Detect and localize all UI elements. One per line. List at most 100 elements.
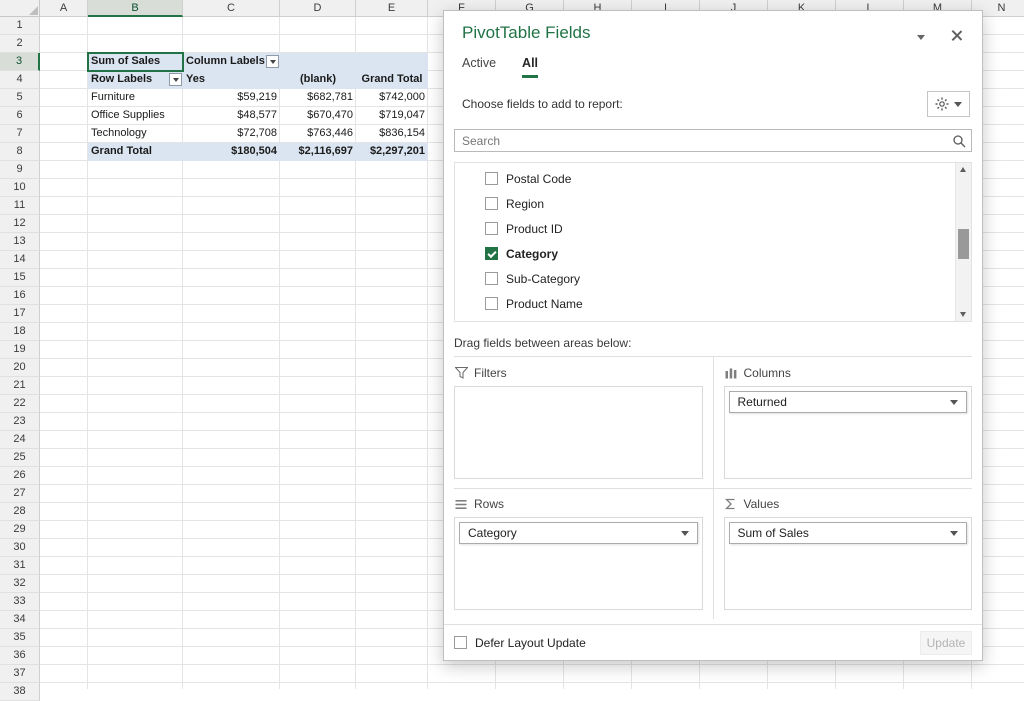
pivot-cell[interactable]: Grand Total <box>356 71 428 89</box>
row-header-34[interactable]: 34 <box>0 611 40 629</box>
pivot-cell[interactable]: $72,708 <box>183 125 280 143</box>
pivot-cell[interactable]: Office Supplies <box>88 107 183 125</box>
row-header-30[interactable]: 30 <box>0 539 40 557</box>
row-header-13[interactable]: 13 <box>0 233 40 251</box>
row-header-16[interactable]: 16 <box>0 287 40 305</box>
pivot-cell[interactable]: $48,577 <box>183 107 280 125</box>
row-header-15[interactable]: 15 <box>0 269 40 287</box>
column-header-B[interactable]: B <box>88 0 183 17</box>
row-header-2[interactable]: 2 <box>0 35 40 53</box>
pivot-cell[interactable]: $742,000 <box>356 89 428 107</box>
select-all-corner[interactable] <box>0 0 40 17</box>
row-header-8[interactable]: 8 <box>0 143 40 161</box>
pivot-cell[interactable] <box>356 53 428 71</box>
row-header-11[interactable]: 11 <box>0 197 40 215</box>
pivot-cell[interactable]: $763,446 <box>280 125 356 143</box>
defer-checkbox[interactable] <box>454 636 467 649</box>
field-checkbox[interactable] <box>485 272 498 285</box>
tab-all[interactable]: All <box>522 56 538 78</box>
row-header-29[interactable]: 29 <box>0 521 40 539</box>
row-header-5[interactable]: 5 <box>0 89 40 107</box>
pivot-cell[interactable]: (blank) <box>280 71 356 89</box>
field-checkbox[interactable] <box>485 297 498 310</box>
row-header-28[interactable]: 28 <box>0 503 40 521</box>
area-dropzone-columns[interactable]: Returned <box>724 386 973 479</box>
field-pill-category[interactable]: Category <box>459 522 698 544</box>
row-header-37[interactable]: 37 <box>0 665 40 683</box>
filter-dropdown-icon[interactable] <box>169 73 182 86</box>
pane-options-chevron-icon[interactable] <box>917 35 925 40</box>
row-header-10[interactable]: 10 <box>0 179 40 197</box>
column-header-C[interactable]: C <box>183 0 280 17</box>
row-header-20[interactable]: 20 <box>0 359 40 377</box>
pivot-cell[interactable]: Technology <box>88 125 183 143</box>
field-checkbox[interactable] <box>485 247 498 260</box>
field-item-postal-code[interactable]: Postal Code <box>455 166 955 191</box>
search-input[interactable] <box>455 130 971 151</box>
field-checkbox[interactable] <box>485 222 498 235</box>
field-item-partial[interactable] <box>455 316 955 322</box>
pivot-cell[interactable]: $2,297,201 <box>356 143 428 161</box>
row-header-4[interactable]: 4 <box>0 71 40 89</box>
row-header-26[interactable]: 26 <box>0 467 40 485</box>
row-header-27[interactable]: 27 <box>0 485 40 503</box>
column-header-A[interactable]: A <box>40 0 88 17</box>
pivot-cell[interactable]: Column Labels <box>183 53 280 71</box>
row-header-3[interactable]: 3 <box>0 53 40 71</box>
column-header-E[interactable]: E <box>356 0 428 17</box>
pivot-cell[interactable]: $59,219 <box>183 89 280 107</box>
row-header-23[interactable]: 23 <box>0 413 40 431</box>
row-header-17[interactable]: 17 <box>0 305 40 323</box>
row-header-6[interactable]: 6 <box>0 107 40 125</box>
field-checkbox[interactable] <box>485 197 498 210</box>
pivot-cell[interactable]: $682,781 <box>280 89 356 107</box>
pivot-cell[interactable]: Sum of Sales <box>88 53 183 71</box>
field-item-product-id[interactable]: Product ID <box>455 216 955 241</box>
row-header-14[interactable]: 14 <box>0 251 40 269</box>
row-header-33[interactable]: 33 <box>0 593 40 611</box>
close-icon[interactable] <box>951 29 963 42</box>
pivot-cell[interactable]: Yes <box>183 71 280 89</box>
area-dropzone-values[interactable]: Sum of Sales <box>724 517 973 610</box>
field-item-sub-category[interactable]: Sub-Category <box>455 266 955 291</box>
row-header-22[interactable]: 22 <box>0 395 40 413</box>
row-header-12[interactable]: 12 <box>0 215 40 233</box>
field-item-region[interactable]: Region <box>455 191 955 216</box>
row-header-1[interactable]: 1 <box>0 17 40 35</box>
pivot-cell[interactable]: Row Labels <box>88 71 183 89</box>
pivot-cell[interactable]: Furniture <box>88 89 183 107</box>
area-dropzone-filters[interactable] <box>454 386 703 479</box>
pivot-cell[interactable]: Grand Total <box>88 143 183 161</box>
field-pill-returned[interactable]: Returned <box>729 391 968 413</box>
row-header-18[interactable]: 18 <box>0 323 40 341</box>
pivot-cell[interactable]: $836,154 <box>356 125 428 143</box>
row-header-24[interactable]: 24 <box>0 431 40 449</box>
pivot-cell[interactable]: $719,047 <box>356 107 428 125</box>
row-header-31[interactable]: 31 <box>0 557 40 575</box>
row-header-38[interactable]: 38 <box>0 683 40 701</box>
update-button[interactable]: Update <box>920 631 972 655</box>
field-list-scrollbar[interactable] <box>955 163 971 321</box>
field-list-tools-button[interactable] <box>927 91 970 117</box>
pivot-cell[interactable]: $180,504 <box>183 143 280 161</box>
row-header-25[interactable]: 25 <box>0 449 40 467</box>
row-header-7[interactable]: 7 <box>0 125 40 143</box>
field-pill-sum-of-sales[interactable]: Sum of Sales <box>729 522 968 544</box>
row-header-9[interactable]: 9 <box>0 161 40 179</box>
defer-layout-update[interactable]: Defer Layout Update <box>454 636 586 650</box>
pivot-cell[interactable]: $670,470 <box>280 107 356 125</box>
pivot-cell[interactable] <box>280 53 356 71</box>
pivot-cell[interactable]: $2,116,697 <box>280 143 356 161</box>
row-header-32[interactable]: 32 <box>0 575 40 593</box>
row-header-21[interactable]: 21 <box>0 377 40 395</box>
filter-dropdown-icon[interactable] <box>266 55 279 68</box>
scroll-down-icon[interactable] <box>960 312 966 317</box>
row-header-35[interactable]: 35 <box>0 629 40 647</box>
column-header-D[interactable]: D <box>280 0 356 17</box>
field-checkbox[interactable] <box>485 172 498 185</box>
scroll-up-icon[interactable] <box>960 167 966 172</box>
row-header-36[interactable]: 36 <box>0 647 40 665</box>
field-item-category[interactable]: Category <box>455 241 955 266</box>
field-item-product-name[interactable]: Product Name <box>455 291 955 316</box>
row-header-19[interactable]: 19 <box>0 341 40 359</box>
